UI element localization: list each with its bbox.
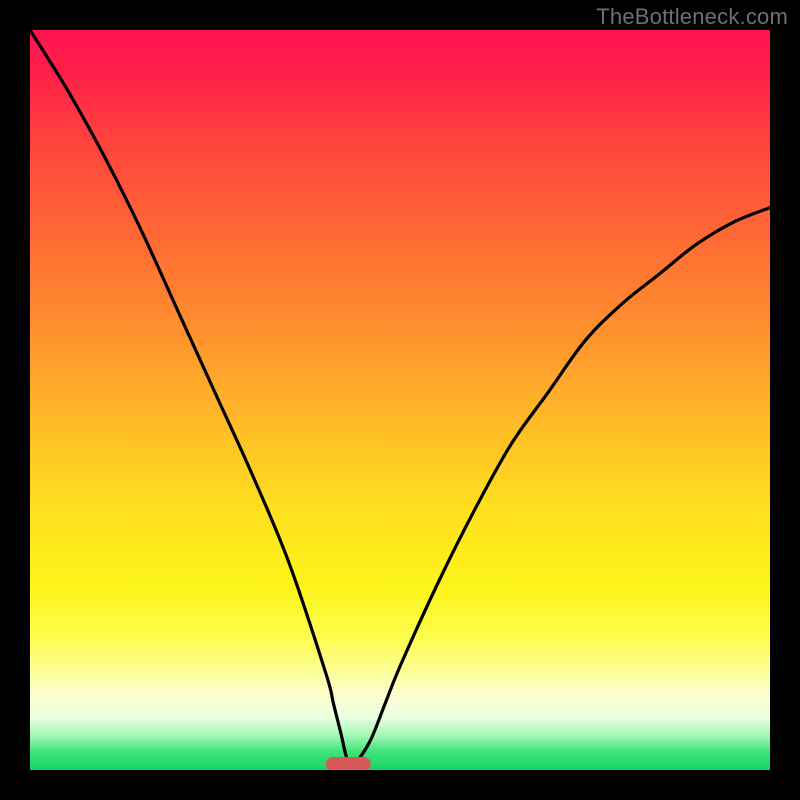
- plot-area: [30, 30, 770, 770]
- chart-container: TheBottleneck.com: [0, 0, 800, 800]
- bottleneck-curve: [30, 30, 770, 770]
- minimum-marker: [326, 757, 370, 770]
- watermark-text: TheBottleneck.com: [596, 4, 788, 30]
